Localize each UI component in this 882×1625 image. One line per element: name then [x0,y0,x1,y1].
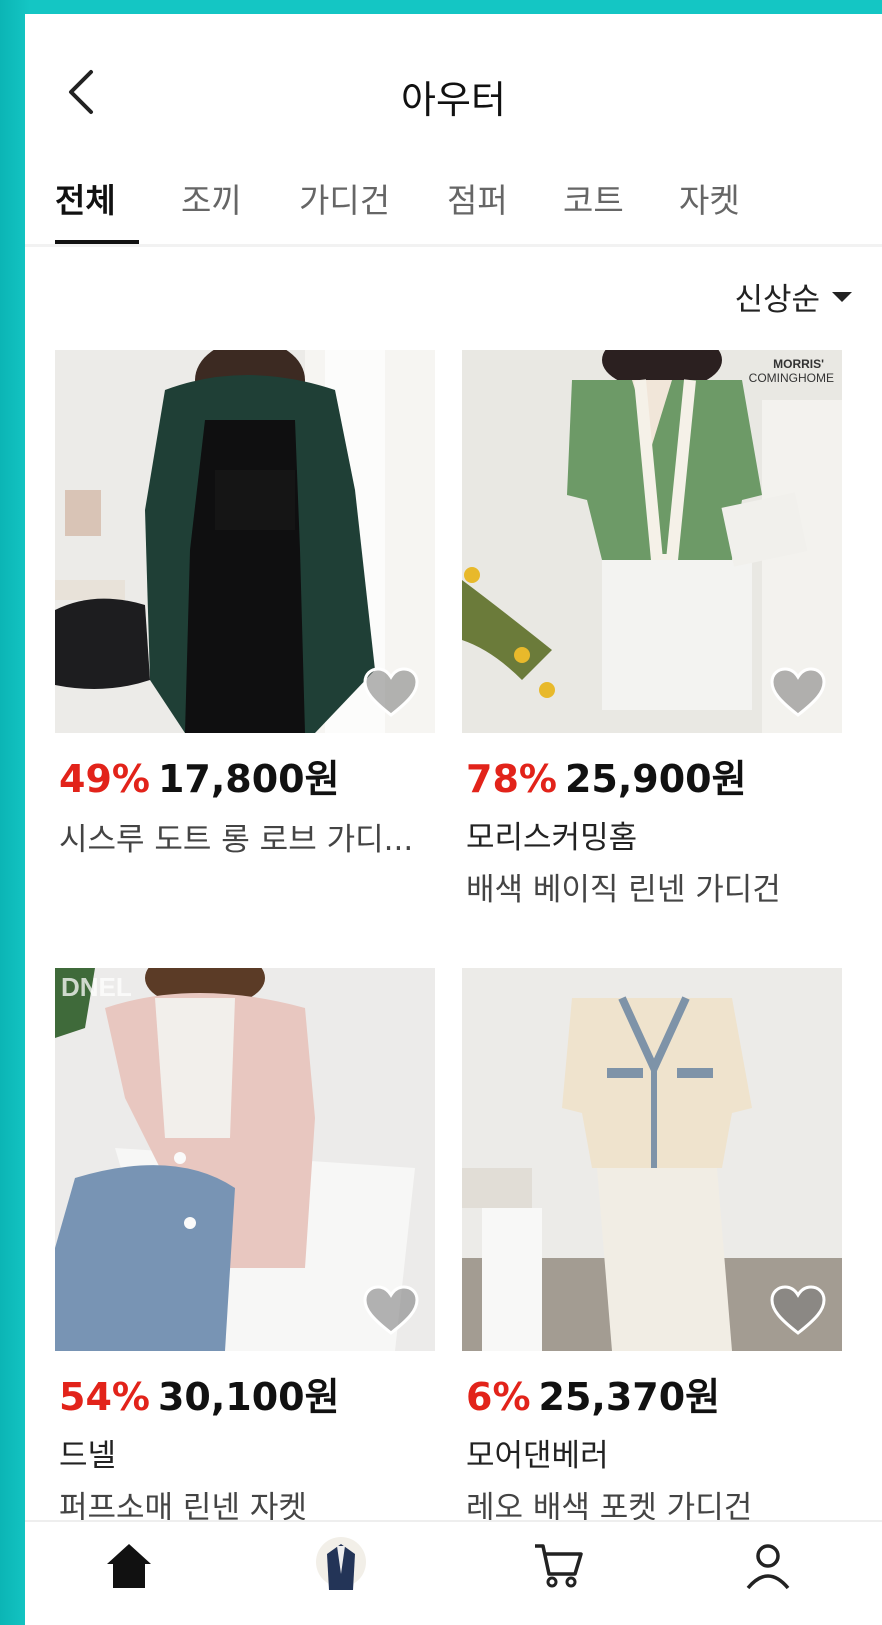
svg-text:MORRIS': MORRIS' [773,357,824,371]
nav-outfit[interactable] [315,1534,367,1594]
cart-icon [535,1544,583,1588]
svg-text:COMINGHOME: COMINGHOME [749,371,834,385]
product-image[interactable]: DNEL [55,968,435,1351]
page-title: 아우터 [401,78,506,122]
heart-icon[interactable] [770,667,826,719]
brand-name: 드넬 [59,1438,117,1474]
brand-name: 모어댄베러 [466,1438,609,1474]
profile-icon [746,1544,790,1590]
price: 25,370원 [538,1375,721,1419]
svg-text:DNEL: DNEL [61,972,132,1002]
discount-rate: 49% [59,757,150,801]
sort-label: 신상순 [734,282,820,318]
category-tabs: 전체 조끼 가디건 점퍼 코트 자켓 [55,174,855,244]
tab-all[interactable]: 전체 [55,174,116,222]
heart-icon[interactable] [363,667,419,719]
product-image[interactable] [55,350,435,733]
heart-icon[interactable] [363,1285,419,1337]
discount-rate: 54% [59,1375,150,1419]
price-row: 54% 30,100원 [59,1366,340,1421]
price-row: 49% 17,800원 [59,748,340,803]
price: 25,900원 [564,757,747,801]
outfit-icon [316,1537,366,1590]
sort-dropdown[interactable]: 신상순 [734,274,852,319]
discount-rate: 6% [466,1375,531,1419]
price: 30,100원 [157,1375,340,1419]
caret-down-icon [832,291,852,302]
product-name: 배색 베이직 린넨 가디건 [466,872,781,908]
tab-jumper[interactable]: 점퍼 [447,174,508,222]
app-screen: 아우터 전체 조끼 가디건 점퍼 코트 자켓 신상순 49% 17,800원 시… [25,14,882,1625]
home-icon [107,1544,151,1588]
bottom-navigation [25,1520,882,1625]
discount-rate: 78% [466,757,557,801]
product-image[interactable] [462,968,842,1351]
heart-icon[interactable] [770,1285,826,1337]
tab-vest[interactable]: 조끼 [181,174,242,222]
nav-profile[interactable] [743,1540,793,1594]
product-image[interactable]: MORRIS' COMINGHOME [462,350,842,733]
price: 17,800원 [157,757,340,801]
tab-jacket[interactable]: 자켓 [679,174,740,222]
tab-cardigan[interactable]: 가디건 [299,174,390,222]
nav-cart[interactable] [531,1540,585,1594]
product-name: 시스루 도트 롱 로브 가디... [59,822,414,858]
price-row: 78% 25,900원 [466,748,747,803]
tab-coat[interactable]: 코트 [563,174,624,222]
brand-name: 모리스커밍홈 [466,820,638,856]
price-row: 6% 25,370원 [466,1366,720,1421]
nav-home[interactable] [103,1540,155,1594]
divider [25,244,882,247]
